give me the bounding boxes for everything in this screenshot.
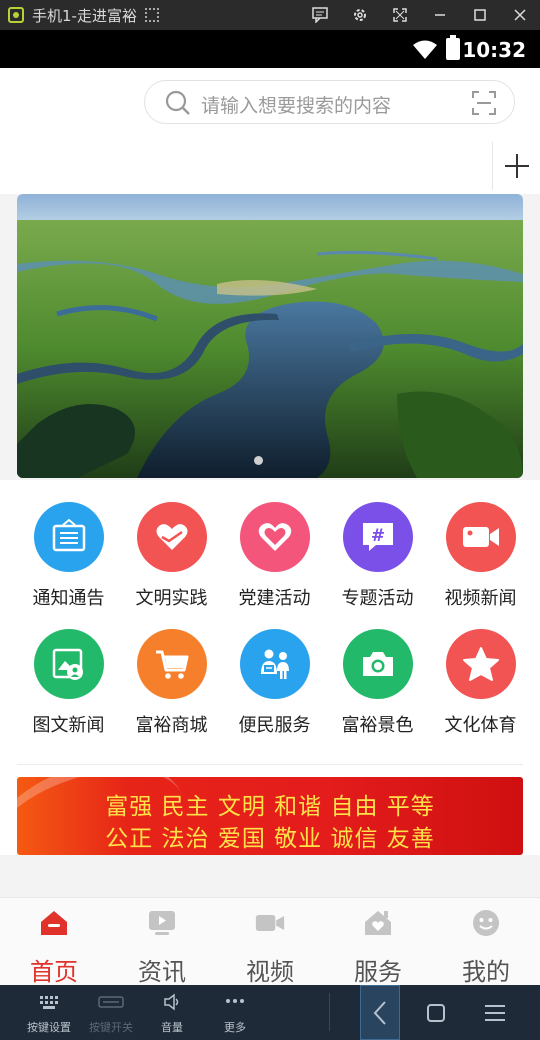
banner-image[interactable]: [17, 194, 523, 478]
grid-item-mall[interactable]: 富裕商城: [120, 607, 223, 736]
grid-item-label: 文化体育: [444, 715, 517, 736]
emulator-title-bar: 手机1-走进富裕: [0, 0, 540, 30]
grid-item-scenery[interactable]: 富裕景色: [326, 607, 429, 736]
search-icon: [165, 90, 190, 115]
carousel-dot[interactable]: [254, 456, 263, 465]
core-values-banner[interactable]: 富强 民主 文明 和谐 自由 平等 公正 法治 爱国 敬业 诚信 友善: [17, 777, 523, 855]
grid-item-label: 富裕景色: [341, 715, 414, 736]
notice-board-icon: [33, 502, 104, 572]
more-label: 更多: [224, 1021, 246, 1034]
home-square-icon: [427, 1003, 445, 1022]
search-area: 请输入想要搜索的内容: [0, 68, 540, 194]
more-button[interactable]: 更多: [204, 985, 266, 1040]
grid-item-video-news[interactable]: 视频新闻: [429, 480, 532, 609]
keymap-settings-label: 按键设置: [27, 1021, 71, 1034]
volume-button[interactable]: 音量: [141, 985, 203, 1040]
grid-item-label: 便民服务: [238, 715, 311, 736]
heart-icon: [239, 502, 310, 572]
grid-item-label: 图文新闻: [32, 715, 105, 736]
section-gap: [0, 855, 540, 897]
grid-item-civilization[interactable]: 文明实践: [120, 480, 223, 609]
keymap-settings-button[interactable]: 按键设置: [18, 985, 80, 1040]
bottom-tab-bar: 首页 资讯 视频 服务 我的: [0, 897, 540, 986]
star-icon: [445, 629, 516, 699]
home-icon: [41, 911, 67, 935]
android-menu-button[interactable]: [475, 985, 515, 1040]
house-heart-icon: [365, 911, 391, 935]
tab-news[interactable]: 资讯: [108, 898, 216, 986]
more-dots-icon: [226, 999, 244, 1003]
search-placeholder: 请输入想要搜索的内容: [201, 95, 392, 117]
message-icon[interactable]: [300, 0, 340, 30]
camera-icon: [342, 629, 413, 699]
keyboard-toggle-icon: [98, 996, 124, 1008]
svg-text:#: #: [370, 526, 384, 546]
android-back-button[interactable]: [360, 985, 400, 1040]
scan-icon[interactable]: [472, 91, 496, 115]
emulator-logo-icon: [8, 7, 24, 23]
slogan-line-1: 富强 民主 文明 和谐 自由 平等: [105, 794, 435, 820]
emulator-title: 手机1-走进富裕: [32, 6, 137, 25]
grid-item-culture-sports[interactable]: 文化体育: [429, 607, 532, 736]
tab-label: 视频: [246, 958, 294, 986]
grid-item-special-topic[interactable]: # 专题活动: [326, 480, 429, 609]
qr-code-icon[interactable]: [144, 8, 159, 22]
tab-mine[interactable]: 我的: [432, 898, 540, 986]
search-input[interactable]: 请输入想要搜索的内容: [144, 80, 515, 124]
keyboard-icon: [40, 996, 58, 1009]
function-grid: 通知通告 文明实践 党建活动 # 专题活动 视频新闻 图文新闻 富裕商城 便民服…: [0, 480, 540, 770]
keymap-toggle-label: 按键开关: [89, 1021, 133, 1034]
image-news-icon: [33, 629, 104, 699]
tab-video[interactable]: 视频: [216, 898, 324, 986]
plus-icon: [504, 154, 529, 178]
tab-label: 资讯: [138, 958, 186, 986]
control-separator: [329, 993, 330, 1031]
grid-item-party-building[interactable]: 党建活动: [223, 480, 326, 609]
minimize-icon[interactable]: [420, 0, 460, 30]
close-icon[interactable]: [500, 0, 540, 30]
grid-item-image-news[interactable]: 图文新闻: [17, 607, 120, 736]
banner-section: [0, 194, 540, 480]
grid-divider: [17, 764, 523, 765]
tab-label: 服务: [354, 958, 402, 986]
tab-label: 首页: [30, 958, 78, 986]
slogan-line-2: 公正 法治 爱国 敬业 诚信 友善: [105, 826, 435, 852]
add-channel-button[interactable]: [492, 142, 540, 190]
grid-item-label: 富裕商城: [135, 715, 208, 736]
video-icon: [255, 915, 285, 931]
hashtag-chat-icon: #: [342, 502, 413, 572]
grid-item-public-service[interactable]: 便民服务: [223, 607, 326, 736]
gear-icon[interactable]: [340, 0, 380, 30]
service-people-icon: [239, 629, 310, 699]
tab-label: 我的: [462, 958, 510, 986]
menu-icon: [485, 1004, 505, 1021]
tab-home[interactable]: 首页: [0, 898, 108, 986]
heart-hands-icon: [136, 502, 207, 572]
tab-service[interactable]: 服务: [324, 898, 432, 986]
wifi-icon: [413, 40, 437, 59]
play-screen-icon: [149, 911, 175, 935]
battery-icon: [446, 35, 460, 60]
video-camera-icon: [445, 502, 516, 572]
status-bar: 10:32: [0, 30, 540, 68]
smile-face-icon: [473, 910, 499, 936]
fullscreen-icon[interactable]: [380, 0, 420, 30]
keymap-toggle-button[interactable]: 按键开关: [80, 985, 142, 1040]
maximize-icon[interactable]: [460, 0, 500, 30]
volume-label: 音量: [161, 1021, 183, 1034]
android-home-button[interactable]: [416, 985, 456, 1040]
volume-icon: [164, 993, 179, 1011]
shopping-cart-icon: [136, 629, 207, 699]
emulator-control-bar: 按键设置 按键开关 音量 更多: [0, 985, 540, 1040]
status-time: 10:32: [462, 38, 526, 62]
back-chevron-icon: [373, 1000, 386, 1025]
grid-item-notice[interactable]: 通知通告: [17, 480, 120, 609]
